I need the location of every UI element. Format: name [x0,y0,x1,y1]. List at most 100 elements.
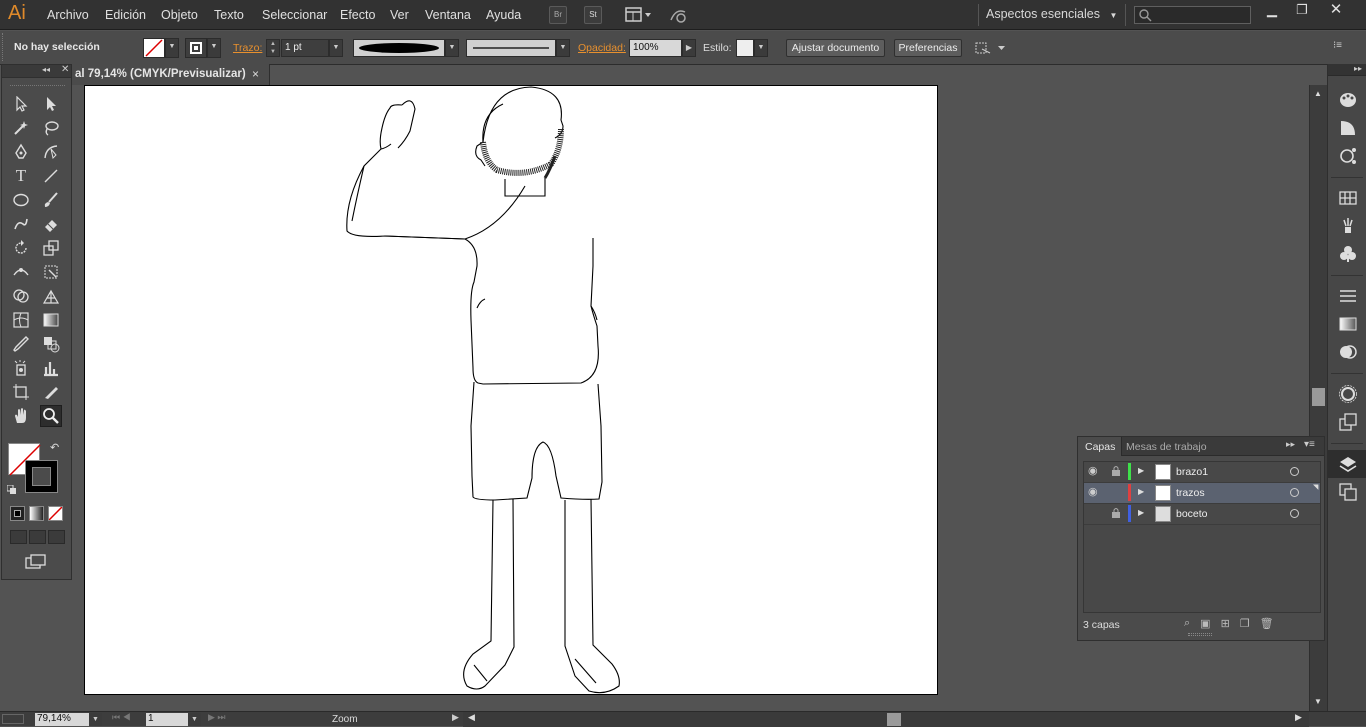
screen-mode-icon[interactable] [24,553,48,571]
scrollbar-thumb[interactable] [1312,388,1325,406]
fill-swatch[interactable] [143,38,165,58]
slice-tool-icon[interactable] [40,381,62,403]
scale-tool-icon[interactable] [40,237,62,259]
shaper-tool-icon[interactable] [10,213,32,235]
blend-tool-icon[interactable] [40,333,62,355]
first-artboard-button[interactable]: ⏮ ◀ [112,712,131,723]
stroke-label[interactable]: Trazo: [233,42,262,54]
shape-builder-tool-icon[interactable] [10,285,32,307]
bridge-button[interactable]: Br [549,6,567,24]
brush-definition[interactable] [466,39,556,57]
stock-button[interactable]: St [584,6,602,24]
menu-ventana[interactable]: Ventana [425,8,471,22]
layers-panel-icon[interactable] [1328,450,1366,478]
layer-row[interactable]: ◉ ▶ trazos ◥ [1084,483,1320,504]
tab-capas[interactable]: Capas [1085,441,1115,453]
new-sublayer-icon[interactable]: ⊞ [1221,617,1230,630]
perspective-grid-tool-icon[interactable] [40,285,62,307]
layer-row[interactable]: ◉ ▶ brazo1 [1084,462,1320,483]
appearance-panel-icon[interactable] [1328,380,1366,408]
free-transform-tool-icon[interactable] [40,261,62,283]
selection-tool-icon[interactable] [10,93,32,115]
artboards-panel-icon[interactable] [1328,478,1366,506]
tab-mesas-de-trabajo[interactable]: Mesas de trabajo [1126,441,1207,453]
rotate-tool-icon[interactable] [10,237,32,259]
target-circle-icon[interactable] [1290,509,1299,518]
hand-tool-icon[interactable] [10,405,32,427]
variable-width-profile[interactable] [353,39,445,57]
direct-selection-tool-icon[interactable] [40,93,62,115]
gradient-mode-icon[interactable] [29,506,44,521]
restore-button[interactable]: ❐ [1291,2,1313,18]
layer-name[interactable]: boceto [1176,508,1208,520]
draw-inside-icon[interactable] [48,530,65,544]
transparency-panel-icon[interactable] [1328,338,1366,366]
opacity-input[interactable]: 100% [629,39,682,57]
curvature-tool-icon[interactable] [40,141,62,163]
zoom-level-input[interactable]: 79,14% [35,713,89,726]
paintbrush-tool-icon[interactable] [40,189,62,211]
close-tab-icon[interactable]: × [252,67,259,81]
artboard-dropdown[interactable]: ▼ [188,713,201,726]
arrange-documents-icon[interactable] [625,6,655,24]
draw-behind-icon[interactable] [29,530,46,544]
line-segment-tool-icon[interactable] [40,165,62,187]
stroke-stepper[interactable]: ▲ ▼ [266,39,280,57]
gpu-performance-icon[interactable] [668,6,690,24]
stroke-weight-dropdown[interactable]: ▼ [329,39,343,57]
eyedropper-tool-icon[interactable] [10,333,32,355]
stroke-weight-input[interactable]: 1 pt [281,39,329,57]
menu-texto[interactable]: Texto [214,8,244,22]
artboard-tool-icon[interactable] [10,381,32,403]
locate-object-icon[interactable]: ⌕ [1184,617,1190,630]
brushes-panel-icon[interactable] [1328,212,1366,240]
menu-edicion[interactable]: Edición [105,8,146,22]
horizontal-scrollbar-thumb[interactable] [887,713,901,726]
color-guide-icon[interactable] [1328,114,1366,142]
layers-panel-menu-icon[interactable]: ▾≡ [1304,439,1315,450]
mesh-tool-icon[interactable] [10,309,32,331]
opacity-label[interactable]: Opacidad: [578,42,626,54]
fill-dropdown-arrow[interactable]: ▼ [165,38,179,58]
gradient-panel-icon[interactable] [1328,310,1366,338]
workspace-switcher[interactable]: Aspectos esenciales ▼ [986,7,1117,21]
minimize-button[interactable]: ▁ [1261,2,1283,18]
status-menu-arrow[interactable]: ▶ [452,712,459,723]
default-colors-icon[interactable] [6,484,17,495]
swap-fill-stroke-icon[interactable]: ↶ [50,441,59,454]
menu-objeto[interactable]: Objeto [161,8,198,22]
search-help-input[interactable] [1134,6,1251,24]
gradient-tool-icon[interactable] [40,309,62,331]
menu-efecto[interactable]: Efecto [340,8,375,22]
menu-ver[interactable]: Ver [390,8,409,22]
menu-archivo[interactable]: Archivo [47,8,89,22]
layer-row[interactable]: ▶ boceto [1084,504,1320,525]
layer-name[interactable]: trazos [1176,487,1205,499]
delete-layer-icon[interactable]: 🗑 [1260,617,1274,630]
lock-icon[interactable] [1111,507,1121,522]
symbols-panel-icon[interactable] [1328,240,1366,268]
new-layer-icon[interactable]: ❐ [1240,617,1250,630]
color-panel-icon[interactable] [1328,86,1366,114]
isolate-mode-icon[interactable] [974,39,1010,57]
none-mode-icon[interactable] [48,506,63,521]
menu-ayuda[interactable]: Ayuda [486,8,521,22]
color-mode-icon[interactable] [10,506,25,521]
close-window-button[interactable]: ✕ [1325,2,1347,18]
lock-icon[interactable] [1111,465,1121,480]
menu-seleccionar[interactable]: Seleccionar [262,8,327,22]
stroke-swatch[interactable] [185,38,207,58]
opacity-arrow[interactable]: ▶ [682,39,696,57]
expand-triangle-icon[interactable]: ▶ [1138,466,1144,475]
style-dropdown[interactable]: ▼ [754,39,768,57]
horizontal-scrollbar[interactable]: ◀ ▶ [463,712,1309,727]
column-graph-tool-icon[interactable] [40,357,62,379]
zoom-tool-icon[interactable] [40,405,62,427]
panel-menu-icon[interactable]: ⁝≡ [1333,40,1351,54]
eraser-tool-icon[interactable] [40,213,62,235]
stroke-panel-icon[interactable] [1328,282,1366,310]
swatches-panel-icon[interactable] [1328,184,1366,212]
layer-name[interactable]: brazo1 [1176,466,1208,478]
cc-libraries-icon[interactable] [1328,142,1366,170]
visibility-eye-icon[interactable]: ◉ [1088,485,1098,498]
